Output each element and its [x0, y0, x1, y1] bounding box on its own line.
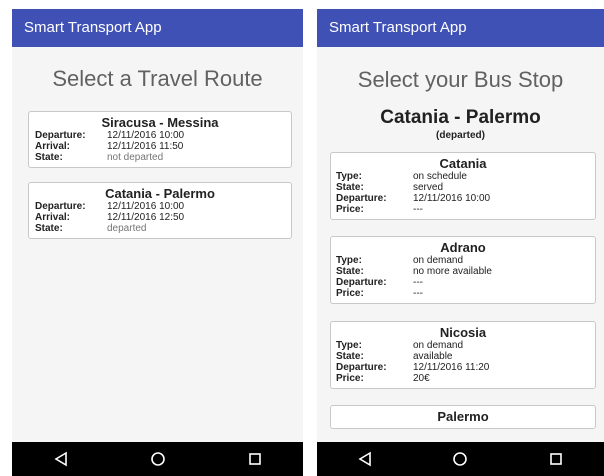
stop-card-adrano[interactable]: Adrano Type: on demand State: no more avai…	[330, 236, 596, 304]
departure-label: Departure:	[336, 193, 387, 204]
selected-route-name: Catania - Palermo	[380, 107, 541, 128]
state-label: State:	[35, 152, 63, 163]
departure-value: 12/11/2016 10:00	[107, 201, 185, 212]
bus-stop-selection-screen: Smart Transport App Select your Bus Stop…	[317, 9, 604, 476]
state-value: available	[413, 351, 453, 362]
arrival-label: Arrival:	[35, 141, 71, 152]
type-label: Type:	[336, 171, 362, 182]
type-label: Type:	[336, 255, 362, 266]
route-name: Siracusa - Messina	[101, 115, 219, 130]
stop-name: Palermo	[437, 409, 489, 424]
state-value: served	[413, 182, 444, 193]
back-triangle-icon[interactable]	[46, 444, 76, 474]
price-value: 20€	[413, 373, 430, 384]
price-label: Price:	[336, 204, 364, 215]
price-label: Price:	[336, 373, 364, 384]
state-label: State:	[35, 223, 63, 234]
recents-square-icon[interactable]	[541, 444, 571, 474]
departure-value: 12/11/2016 11:20	[413, 362, 490, 373]
stop-card-nicosia[interactable]: Nicosia Type: on demand State: available D…	[330, 321, 596, 389]
price-value: ---	[413, 204, 423, 215]
arrival-value: 12/11/2016 12:50	[107, 212, 185, 223]
page-title: Select a Travel Route	[52, 66, 263, 91]
type-value: on demand	[413, 255, 464, 266]
stop-name: Nicosia	[439, 325, 487, 340]
route-selection-screen: Smart Transport App Select a Travel Rout…	[12, 9, 303, 476]
route-card-siracusa-messina[interactable]: Siracusa - Messina Departure: 12/11/2016 …	[28, 111, 292, 168]
type-value: on schedule	[413, 171, 467, 182]
type-value: on demand	[413, 340, 464, 351]
state-label: State:	[336, 266, 364, 277]
departure-value: 12/11/2016 10:00	[413, 193, 491, 204]
recents-square-icon[interactable]	[240, 444, 270, 474]
back-triangle-icon[interactable]	[350, 444, 380, 474]
route-name: Catania - Palermo	[105, 186, 215, 201]
selected-route-state: (departed)	[436, 130, 485, 141]
arrival-label: Arrival:	[35, 212, 71, 223]
page-title: Select your Bus Stop	[357, 67, 564, 92]
state-value: departed	[107, 223, 147, 234]
departure-value: ---	[413, 277, 423, 288]
stop-name: Adrano	[440, 240, 486, 255]
departure-value: 12/11/2016 10:00	[107, 130, 185, 141]
state-value: no more available	[413, 266, 492, 277]
type-label: Type:	[336, 340, 362, 351]
arrival-value: 12/11/2016 11:50	[107, 141, 184, 152]
stop-name: Catania	[439, 156, 487, 171]
price-label: Price:	[336, 288, 364, 299]
departure-label: Departure:	[35, 201, 86, 212]
stop-card-catania[interactable]: Catania Type: on schedule State: served De…	[330, 152, 596, 220]
home-circle-icon[interactable]	[143, 444, 173, 474]
price-value: ---	[413, 288, 423, 299]
stop-card-palermo[interactable]: Palermo	[330, 405, 596, 429]
system-navigation-bar	[12, 442, 303, 476]
departure-label: Departure:	[336, 277, 387, 288]
app-title: Smart Transport App	[329, 19, 467, 36]
app-bar: Smart Transport App	[12, 9, 303, 47]
app-title: Smart Transport App	[24, 19, 162, 36]
home-circle-icon[interactable]	[445, 444, 475, 474]
state-label: State:	[336, 351, 364, 362]
departure-label: Departure:	[336, 362, 387, 373]
state-label: State:	[336, 182, 364, 193]
route-card-catania-palermo[interactable]: Catania - Palermo Departure: 12/11/2016 1…	[28, 182, 292, 239]
state-value: not departed	[107, 152, 164, 163]
departure-label: Departure:	[35, 130, 86, 141]
app-bar: Smart Transport App	[317, 9, 604, 47]
system-navigation-bar	[317, 442, 604, 476]
